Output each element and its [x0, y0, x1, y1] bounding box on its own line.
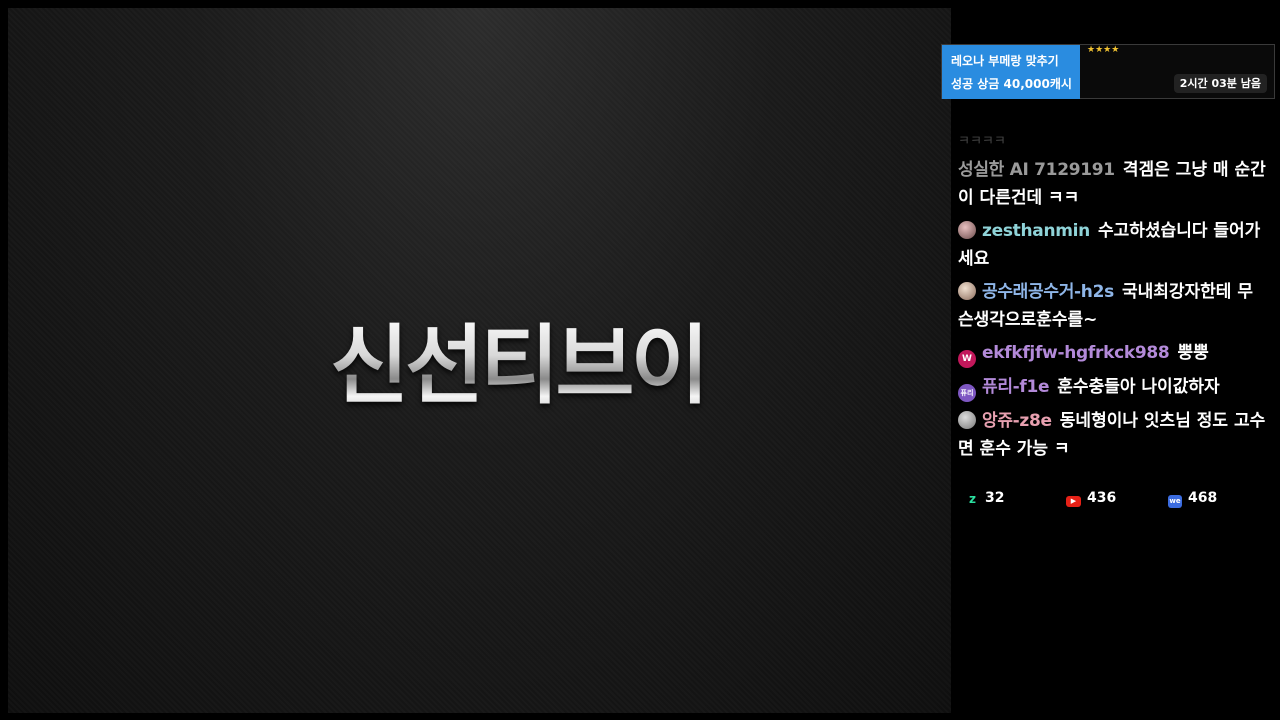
chat-nickname: 공수래공수거-h2s [982, 282, 1114, 302]
chat-message: Wekfkfjfw-hgfrkck988 뿡뿡 [958, 339, 1268, 368]
chat-text: 뿡뿡 [1177, 343, 1209, 363]
mission-time-left: 2시간 03분 남음 [1173, 74, 1267, 93]
stream-logo-text: 신선티브이 [330, 312, 710, 420]
chat-message: 퓨리 퓨리-f1e 훈수충들아 나이값하자 [958, 373, 1268, 402]
youtube-icon: ▶ [1066, 496, 1081, 507]
chat-panel: ㅋㅋㅋㅋ 성실한 AI 7129191 격겜은 그냥 매 순간이 다른건데 ㅋㅋ … [958, 128, 1268, 468]
chat-nickname: 앙쥬-z8e [982, 411, 1052, 431]
chat-nickname: 성실한 AI 7129191 [958, 160, 1115, 180]
chat-message: zesthanmin 수고하셨습니다 들어가세요 [958, 217, 1268, 273]
avatar [958, 282, 976, 300]
chat-nickname: zesthanmin [982, 221, 1090, 241]
twitch-count: 32 [985, 490, 1005, 506]
mission-description: 레오나 부메랑 맞추기 성공 상금 40,000캐시 [942, 45, 1080, 99]
chat-nickname: ekfkfjfw-hgfrkck988 [982, 343, 1170, 363]
twitch-icon: z [969, 492, 976, 506]
twitch-viewers: z 32 [966, 487, 1004, 509]
youtube-viewers: ▶ 436 [1066, 487, 1116, 509]
mission-reward: 성공 상금 40,000캐시 [951, 77, 1072, 91]
avatar [958, 411, 976, 429]
mission-title: 레오나 부메랑 맞추기 [951, 54, 1059, 68]
w-badge-icon: W [958, 350, 976, 368]
chat-faded-message: ㅋㅋㅋㅋ [958, 134, 1006, 149]
chat-nickname: 퓨리-f1e [982, 377, 1050, 397]
chat-message: 성실한 AI 7129191 격겜은 그냥 매 순간이 다른건데 ㅋㅋ [958, 156, 1268, 212]
stream-video: 신선티브이 [8, 8, 951, 713]
chat-message: 앙쥬-z8e 동네형이나 잇츠님 정도 고수면 훈수 가능 ㅋ [958, 407, 1268, 463]
afreeca-count: 468 [1188, 490, 1218, 506]
afreeca-icon: we [1168, 495, 1182, 508]
mission-banner: 레오나 부메랑 맞추기 성공 상금 40,000캐시 ★★★★ 2시간 03분 … [941, 44, 1275, 99]
chat-text: 훈수충들아 나이값하자 [1057, 377, 1220, 397]
youtube-count: 436 [1087, 490, 1117, 506]
mission-difficulty-stars: ★★★★ [1087, 45, 1120, 55]
afreeca-viewers: we 468 [1168, 487, 1217, 509]
chat-message: 공수래공수거-h2s 국내최강자한테 무슨생각으로훈수를~ [958, 278, 1268, 334]
viewer-stats: z 32 ▶ 436 we 468 [966, 487, 1266, 509]
fury-badge-icon: 퓨리 [958, 384, 976, 402]
avatar [958, 221, 976, 239]
